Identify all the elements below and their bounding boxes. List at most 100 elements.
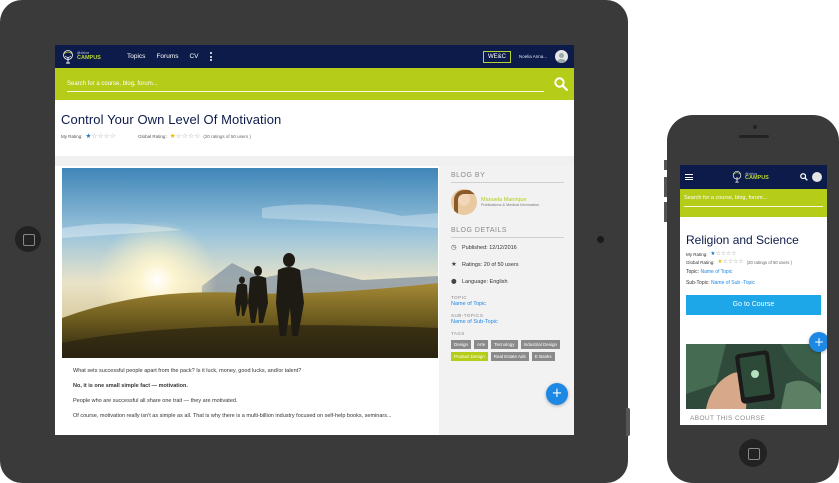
topic-link[interactable]: Name of Topic [700,269,732,275]
globe-icon: ● [451,277,457,285]
article-paragraph: People who are successful all share one … [73,398,238,405]
search-icon[interactable] [800,168,808,186]
subtopics-heading: SUB-TOPICS [451,313,484,318]
tag-arte[interactable]: Arte [474,340,489,349]
tags-heading: TAGS [451,331,465,336]
add-fab-button[interactable]: + [546,383,568,405]
logo-line2: CAMPUS [745,175,769,181]
search-bar: Search for a course, blog, forum... [55,68,574,100]
tag-tecnology[interactable]: Tecnology [491,340,518,349]
blog-by-heading: BLOG BY [451,172,564,183]
add-fab-button[interactable]: + [809,332,827,352]
page-title: Control Your Own Level Of Motivation [61,112,282,127]
tag-real-estate-ads[interactable]: Real Estate Ads [490,352,529,361]
topic-heading: TOPIC [451,295,468,300]
language-value: Language: English [462,278,508,285]
author-role: Publications & Medical Information [481,203,540,207]
tree-logo-icon [63,49,73,63]
article-paragraph: No, it is one small simple fact — motiva… [73,383,188,390]
subtopic-label: Sub-Topic: [686,280,710,286]
phone-screen: @drive CAMPUS Search for a course, blog,… [680,165,827,425]
user-avatar[interactable] [555,50,568,63]
search-input[interactable]: Search for a course, blog, forum... [684,195,823,207]
article-body: What sets successful people apart from t… [73,368,433,429]
author-avatar[interactable] [451,189,477,215]
topic-link[interactable]: Name of Topic [451,301,564,307]
global-rating-row: Global Rating: ★☆☆☆☆ (20 ratings of 50 u… [680,259,827,265]
tablet-side-button [626,408,630,436]
tablet-device: @drive CAMPUS Topics Forums CV WE&C Noel… [0,0,630,483]
tree-logo-icon [732,171,742,183]
topic-label: Topic: [686,269,700,275]
article-paragraph: Of course, motivation really isn't as si… [73,413,392,420]
article-paragraph: What sets successful people apart from t… [73,368,302,374]
page-header: Control Your Own Level Of Motivation My … [55,100,574,150]
star-empty-icon: ☆☆☆☆ [722,259,744,265]
phone-camera [753,125,757,129]
star-empty-icon[interactable]: ☆☆☆☆ [92,132,117,140]
my-rating-label: My Rating: [61,133,83,139]
subtopic-link[interactable]: Name of Sub -Topic [711,280,755,286]
global-rating-stars: ★☆☆☆☆ [718,259,744,265]
my-rating-stars[interactable]: ★☆☆☆☆ [711,251,737,257]
menu-item-cv[interactable]: CV [189,53,198,60]
tablet-camera [597,236,604,243]
global-rating-label: Global Rating: [138,133,167,139]
user-avatar[interactable] [812,172,822,182]
language-row: ● Language: English [451,278,564,285]
my-rating-stars[interactable]: ★☆☆☆☆ [86,132,117,140]
global-rating-label: Global Rating: [686,259,715,265]
my-rating-label: My Rating: [686,251,708,257]
course-image [686,344,821,409]
phone-speaker [739,135,769,138]
ratings-detail: Ratings: 20 of 50 users [462,261,519,268]
menu-item-forums[interactable]: Forums [156,53,178,60]
my-rating-row: My Rating: ★☆☆☆☆ [680,251,827,257]
global-rating-stars: ★☆☆☆☆ [170,132,201,140]
published-date: Published: 12/12/2016 [462,244,517,251]
rating-count: (20 ratings of 50 users ) [203,133,251,139]
tag-e-banks[interactable]: E Banks [531,352,555,361]
menu-item-topics[interactable]: Topics [127,53,145,60]
tablet-screen: @drive CAMPUS Topics Forums CV WE&C Noel… [55,45,574,435]
subtopic-row: Sub-Topic: Name of Sub -Topic [680,280,827,286]
brand-badge[interactable]: WE&C [482,50,511,63]
blog-details-heading: BLOG DETAILS [451,227,564,238]
phone-navbar: @drive CAMPUS [680,165,827,189]
hamburger-menu-icon[interactable] [685,174,693,180]
star-icon: ★ [451,260,457,268]
search-icon[interactable] [554,77,568,91]
hero-image [62,168,438,358]
more-vert-icon[interactable] [209,52,212,61]
go-to-course-button[interactable]: Go to Course [686,295,821,315]
phone-volume-down [664,202,667,222]
star-empty-icon[interactable]: ☆☆☆☆ [716,251,737,257]
tag-design[interactable]: Design [451,340,472,349]
main-menu: Topics Forums CV [127,52,212,61]
phone-volume-up [664,177,667,197]
star-empty-icon: ☆☆☆☆ [175,132,201,140]
tag-industrial-design[interactable]: Industrial Design [520,340,561,349]
ratings-row: My Rating: ★☆☆☆☆ Global Rating: ★☆☆☆☆ (2… [61,132,568,140]
published-row: ◷ Published: 12/12/2016 [451,244,564,251]
search-input[interactable]: Search for a course, blog, forum... [67,77,544,92]
tablet-home-button[interactable] [15,226,41,252]
logo-line2: CAMPUS [77,54,101,61]
phone-campus-logo[interactable]: @drive CAMPUS [731,171,769,183]
campus-logo[interactable]: @drive CAMPUS [61,49,115,64]
rating-count: (20 ratings of 50 users ) [746,259,793,265]
tag-product-design[interactable]: Product Design [451,352,488,361]
subtopic-link[interactable]: Name of Sub-Topic [451,319,564,325]
section-divider [55,156,574,166]
phone-home-button[interactable] [739,439,767,467]
about-course-heading: ABOUT THIS COURSE [690,415,766,422]
phone-mute-switch [664,160,667,170]
user-name[interactable]: Noelia Anna... [519,54,547,59]
content-body: What sets successful people apart from t… [55,156,574,435]
phone-device: @drive CAMPUS Search for a course, blog,… [664,115,839,483]
course-title: Religion and Science [686,233,799,247]
top-navbar: @drive CAMPUS Topics Forums CV WE&C Noel… [55,45,574,68]
blog-author[interactable]: Manuela Manrique Publications & Medical … [451,189,564,215]
clock-icon: ◷ [451,243,457,251]
tag-list: Design Arte Tecnology Industrial Design … [451,340,561,361]
